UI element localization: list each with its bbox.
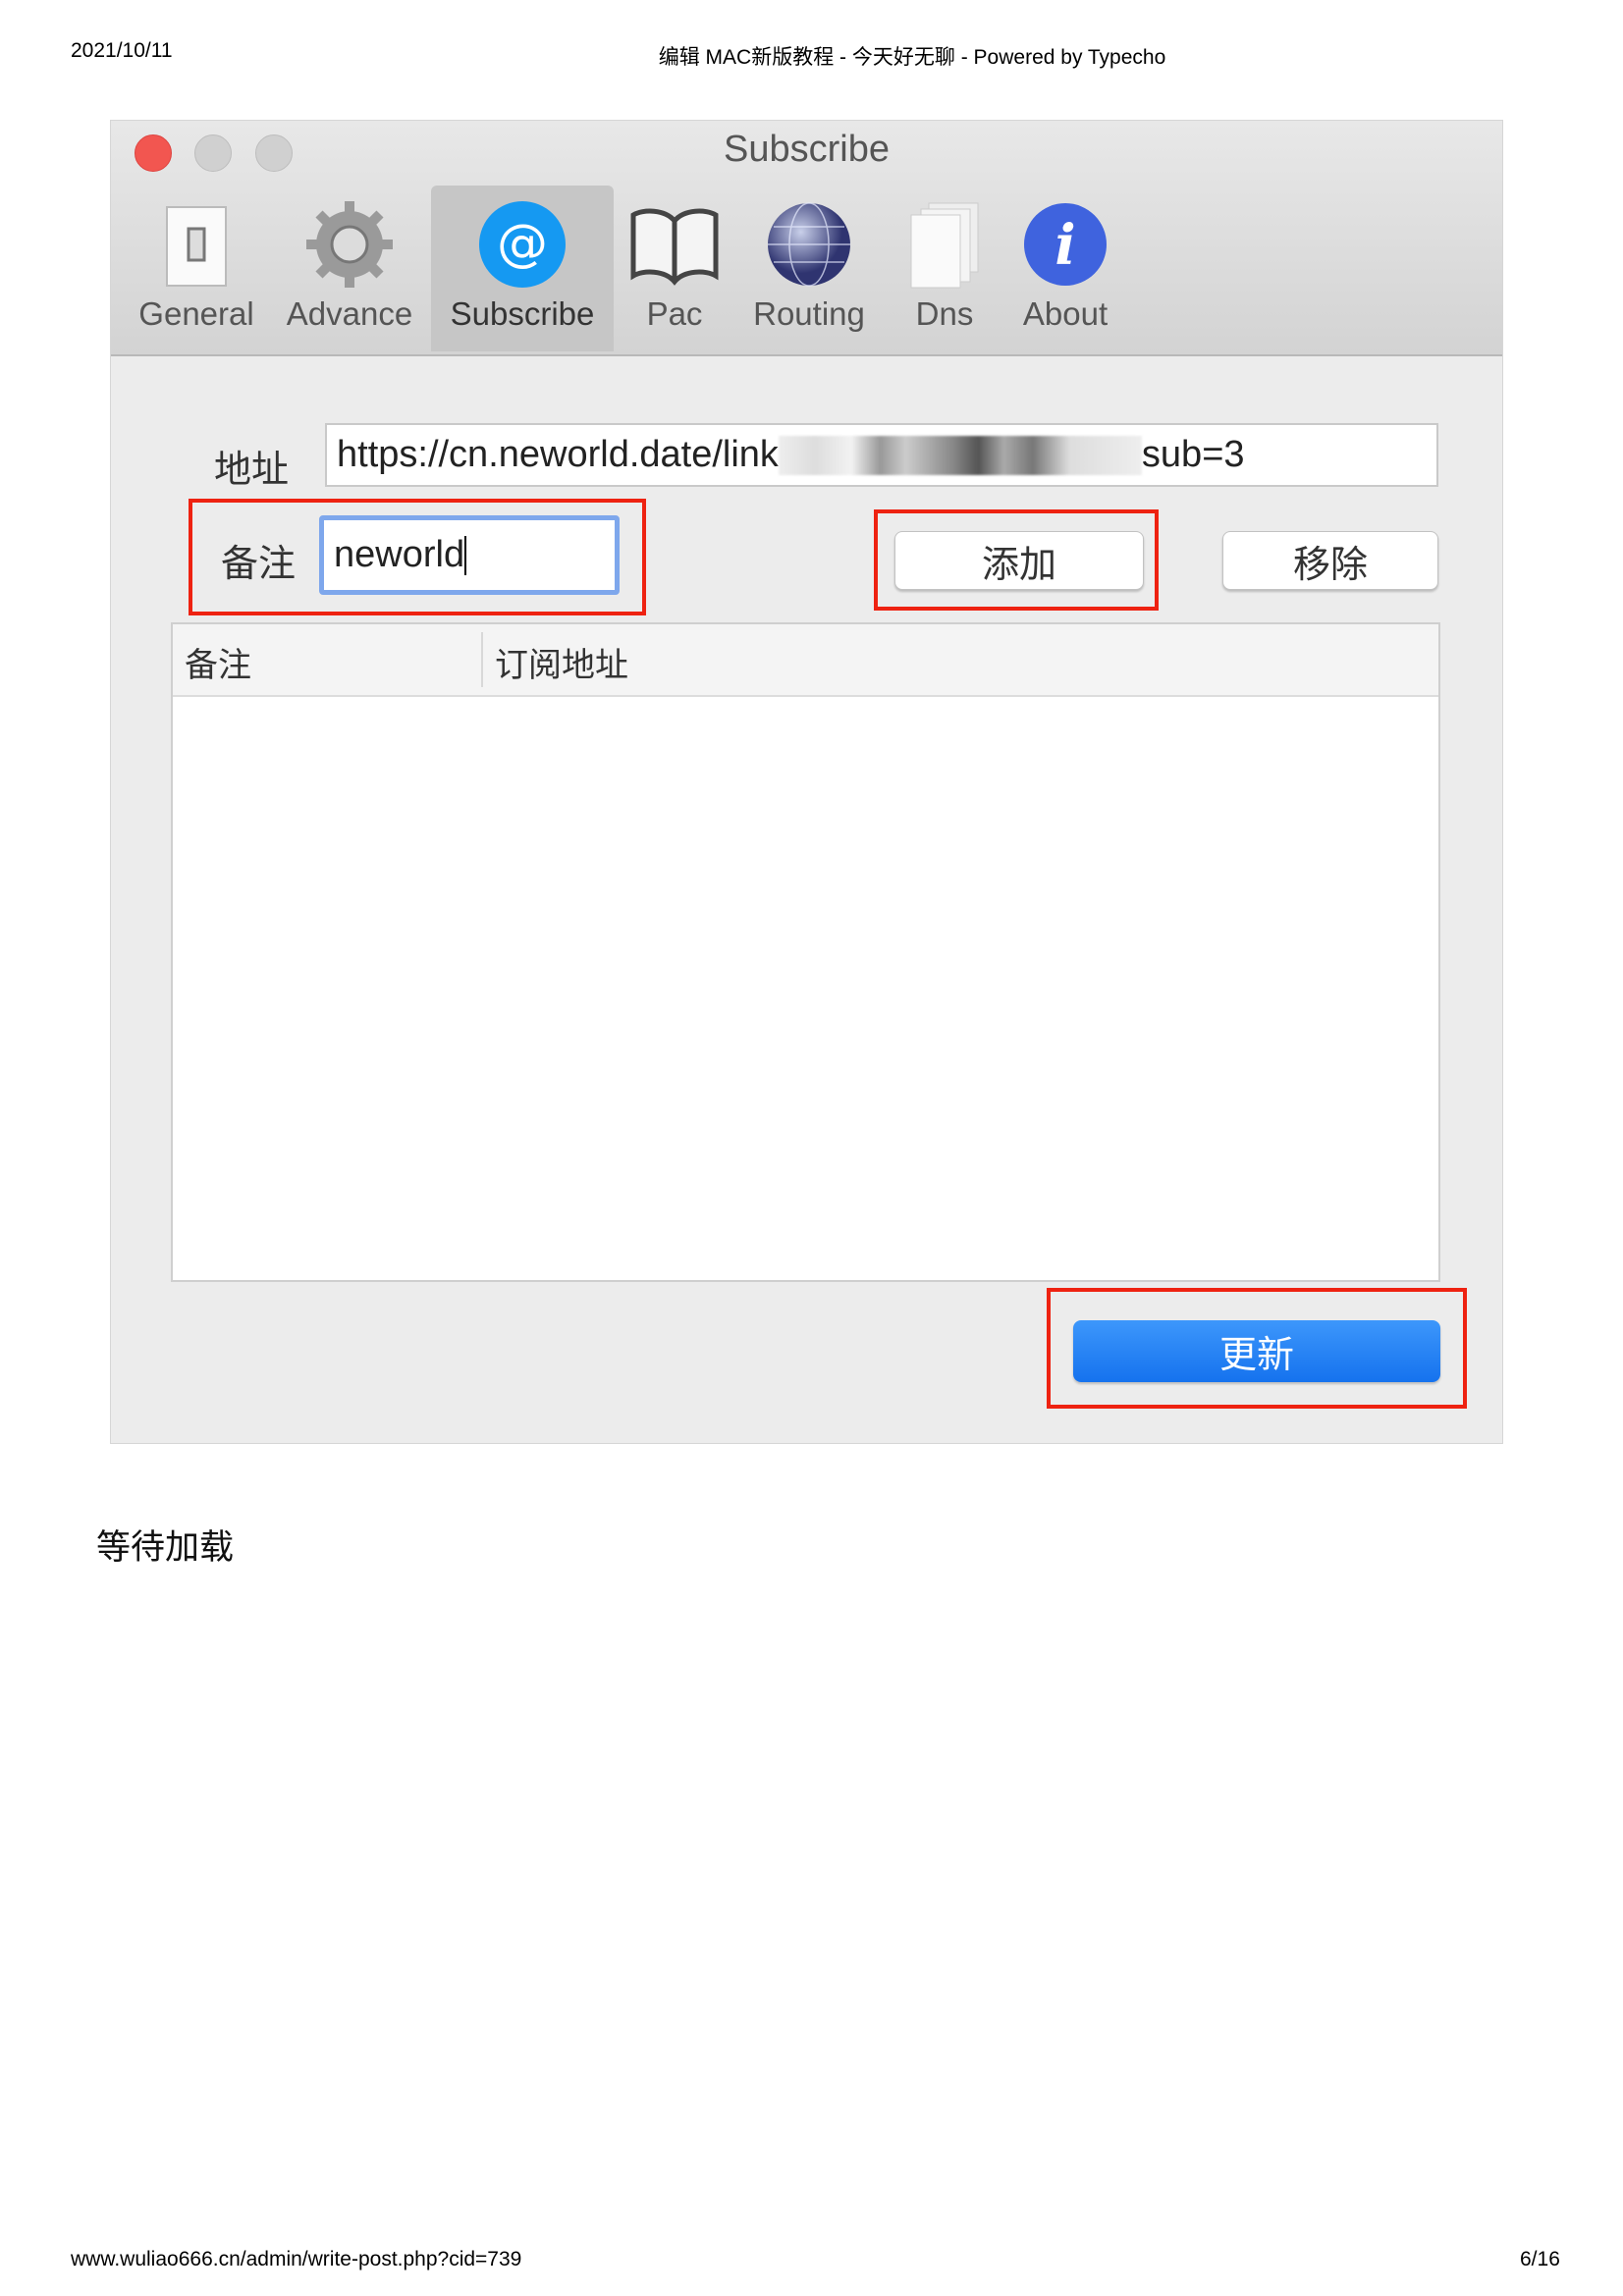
add-button[interactable]: 添加 bbox=[894, 531, 1144, 590]
page-number: 6/16 bbox=[1520, 2248, 1560, 2270]
address-value-prefix: https://cn.neworld.date/link bbox=[337, 434, 779, 475]
tab-routing[interactable]: Routing bbox=[745, 186, 873, 351]
svg-text:@: @ bbox=[497, 214, 548, 273]
tab-dns-label: Dns bbox=[915, 295, 974, 332]
gear-icon bbox=[306, 201, 393, 288]
svg-text:i: i bbox=[1055, 213, 1075, 278]
remark-input[interactable]: neworld bbox=[319, 515, 620, 595]
address-label: 地址 bbox=[214, 448, 290, 491]
tab-general-label: General bbox=[138, 295, 254, 332]
body-text: 等待加载 bbox=[96, 1528, 235, 1568]
tab-about-label: About bbox=[1022, 295, 1109, 332]
address-input[interactable]: https://cn.neworld.date/link sub=3 bbox=[325, 423, 1438, 487]
tab-general[interactable]: General bbox=[131, 186, 262, 351]
footer-url: www.wuliao666.cn/admin/write-post.php?ci… bbox=[71, 2248, 522, 2270]
redacted-region bbox=[778, 435, 1142, 475]
tab-routing-label: Routing bbox=[753, 295, 865, 332]
window-title: Subscribe bbox=[724, 129, 890, 170]
address-value-suffix: sub=3 bbox=[1141, 434, 1245, 475]
remark-label: 备注 bbox=[221, 542, 297, 585]
update-button[interactable]: 更新 bbox=[1073, 1320, 1440, 1382]
tab-advance[interactable]: Advance bbox=[278, 186, 421, 351]
tab-pac[interactable]: Pac bbox=[625, 186, 724, 351]
column-header-remark[interactable]: 备注 bbox=[185, 638, 251, 686]
tab-pac-label: Pac bbox=[646, 295, 703, 332]
tab-about[interactable]: i About bbox=[1012, 186, 1118, 351]
print-title: 编辑 MAC新版教程 - 今天好无聊 - Powered by Typecho bbox=[658, 46, 1166, 69]
subscribe-window: Subscribe General Advance @ Subscribe Pa… bbox=[111, 121, 1502, 1443]
info-icon: i bbox=[1024, 203, 1107, 286]
subscription-table: 备注 订阅地址 bbox=[171, 622, 1440, 1282]
table-header: 备注 订阅地址 bbox=[173, 624, 1438, 697]
documents-icon bbox=[910, 202, 979, 289]
tab-subscribe-label: Subscribe bbox=[450, 295, 595, 332]
globe-icon bbox=[768, 202, 850, 287]
remark-value: neworld bbox=[334, 534, 465, 575]
column-divider[interactable] bbox=[481, 632, 483, 687]
column-header-url[interactable]: 订阅地址 bbox=[495, 638, 628, 686]
tab-subscribe[interactable]: @ Subscribe bbox=[431, 186, 614, 351]
title-bar: Subscribe General Advance @ Subscribe Pa… bbox=[111, 121, 1502, 356]
remove-button[interactable]: 移除 bbox=[1222, 531, 1438, 590]
book-icon bbox=[630, 208, 719, 286]
tab-dns[interactable]: Dns bbox=[896, 186, 993, 351]
switch-icon bbox=[166, 206, 227, 287]
at-sign-icon: @ bbox=[479, 201, 566, 288]
tab-advance-label: Advance bbox=[286, 295, 413, 332]
text-cursor bbox=[464, 535, 467, 575]
